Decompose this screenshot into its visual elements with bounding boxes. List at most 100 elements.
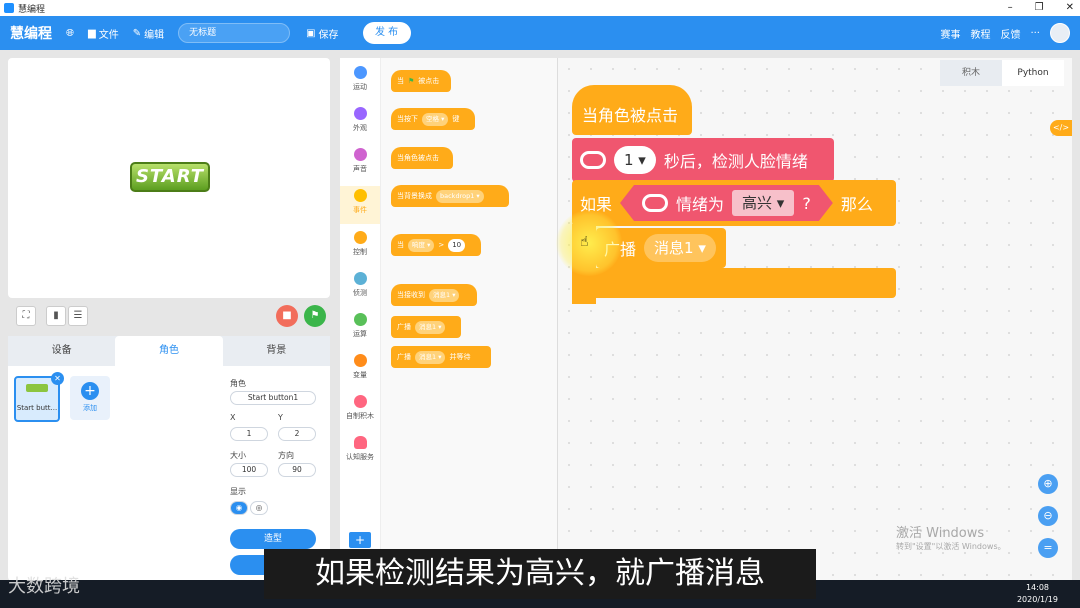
edit-menu[interactable]: ✎ 编辑 (133, 26, 164, 41)
block-text: 被点击 (418, 77, 440, 85)
palette-broadcast-and-wait[interactable]: 广播 消息1 ▾ 并等待 (391, 346, 491, 368)
key-dropdown[interactable]: 空格 ▾ (422, 112, 449, 126)
wait-detect-emotion-block[interactable]: 1 ▾ 秒后，检测人脸情绪 (572, 138, 834, 182)
globe-icon[interactable]: 🌐︎ (66, 28, 74, 39)
palette-when-sprite-clicked[interactable]: 当角色被点击 (391, 147, 453, 169)
block-text: ? (802, 193, 811, 213)
add-sprite-label: 添加 (83, 404, 97, 412)
category-motion[interactable]: 运动 (340, 66, 380, 92)
block-text: 键 (452, 115, 460, 123)
palette-when-key-pressed[interactable]: 当按下 空格 ▾ 键 (391, 108, 475, 130)
window-title: 慧编程 (18, 4, 46, 15)
category-my-blocks[interactable]: 自制积木 (340, 395, 380, 421)
emotion-condition-block[interactable]: 情绪为 高兴 ▾ ? (620, 185, 833, 221)
sprite-thumbnail[interactable]: Start butt... ✕ (14, 372, 64, 422)
palette-when-flag-clicked[interactable]: 当 ⚑ 被点击 (391, 70, 451, 92)
palette-when-loudness[interactable]: 当响度 ▾ > 10 (391, 234, 481, 256)
x-field[interactable]: 1 (230, 427, 268, 441)
start-button-sprite[interactable]: START (130, 162, 210, 192)
stop-button[interactable]: ■ (276, 305, 298, 327)
tab-blocks[interactable]: 积木 (940, 60, 1002, 86)
loudness-dropdown[interactable]: 响度 ▾ (408, 238, 435, 252)
if-then-block[interactable]: 如果 情绪为 高兴 ▾ ? 那么 (572, 180, 896, 226)
backdrop-dropdown[interactable]: backdrop1 ▾ (436, 189, 484, 203)
zoom-out-icon[interactable]: ⊖ (1038, 506, 1058, 526)
minimize-icon[interactable]: – (1008, 0, 1013, 16)
clock-time: 14:08 (1025, 583, 1050, 592)
block-text: 秒后，检测人脸情绪 (663, 152, 808, 171)
tab-python[interactable]: Python (1002, 60, 1064, 86)
feedback-link[interactable]: 反馈 (1000, 26, 1020, 41)
tab-sprites[interactable]: 角色 (115, 336, 223, 366)
category-label: 声音 (353, 165, 367, 173)
tab-devices[interactable]: 设备 (8, 336, 115, 366)
message-dropdown[interactable]: 消息1 ▾ (415, 320, 446, 334)
zoom-reset-icon[interactable]: = (1038, 538, 1058, 558)
cloud-icon (642, 194, 668, 212)
wrench-icon: ✎ (132, 27, 142, 39)
events-dot-icon (353, 189, 367, 202)
palette-when-receive[interactable]: 当接收到 消息1 ▾ (391, 284, 477, 306)
y-field[interactable]: 2 (278, 427, 316, 441)
watermark-title: 激活 Windows (896, 526, 985, 541)
add-sprite-button[interactable]: + 添加 (70, 376, 110, 420)
palette-when-backdrop-switches[interactable]: 当背景换成 backdrop1 ▾ (391, 185, 509, 207)
large-stage-icon[interactable]: ▮ (46, 306, 66, 326)
role-name-field[interactable]: Start button1 (230, 391, 316, 405)
green-flag-button[interactable]: ⚑ (304, 305, 326, 327)
tutorial-link[interactable]: 教程 (970, 26, 990, 41)
sprite-panel: 设备 角色 背景 Start butt... ✕ + 添加 角色 Start b… (8, 336, 330, 581)
file-menu[interactable]: ▆ 文件 (88, 26, 119, 41)
show-label: 显示 (230, 487, 246, 496)
category-operators[interactable]: 运算 (340, 313, 380, 339)
add-extension-button[interactable]: + (349, 532, 371, 548)
video-subtitle: 如果检测结果为高兴，就广播消息 (264, 549, 816, 599)
category-cognitive[interactable]: 认知服务 (340, 436, 380, 462)
code-workspace[interactable]: 积木 Python </> 当角色被点击 1 ▾ 秒后，检测人脸情绪 如果 情绪… (558, 58, 1072, 580)
size-field[interactable]: 100 (230, 463, 268, 477)
category-events[interactable]: 事件 (340, 186, 380, 224)
cloud-icon (353, 436, 367, 449)
loudness-value[interactable]: 10 (448, 238, 466, 252)
category-control[interactable]: 控制 (340, 231, 380, 257)
message-dropdown[interactable]: 消息1 ▾ (429, 288, 460, 302)
close-icon[interactable]: ✕ (1066, 0, 1074, 16)
delete-sprite-icon[interactable]: ✕ (51, 372, 64, 385)
code-toggle-icon[interactable]: </> (1050, 120, 1072, 136)
category-label: 控制 (353, 248, 367, 256)
costume-button[interactable]: 造型 (230, 529, 316, 549)
direction-field[interactable]: 90 (278, 463, 316, 477)
menubar: 慧编程 🌐︎ ▆ 文件 ✎ 编辑 无标题 ▣ 保存 发 布 赛事 教程 反馈 ··· (0, 16, 1080, 50)
publish-button[interactable]: 发 布 (362, 22, 411, 44)
more-menu[interactable]: ··· (1030, 28, 1040, 39)
message-dropdown[interactable]: 消息1 ▾ (644, 234, 716, 262)
stage[interactable]: START (8, 58, 330, 298)
emotion-dropdown[interactable]: 高兴 ▾ (732, 190, 794, 216)
category-label: 自制积木 (346, 412, 374, 420)
small-stage-icon[interactable]: ☰ (68, 306, 88, 326)
block-text: 当 (397, 77, 404, 85)
project-title-input[interactable]: 无标题 (178, 23, 291, 43)
fullscreen-icon[interactable]: ⛶ (16, 306, 36, 326)
hide-eye-icon[interactable]: ◎ (250, 501, 268, 515)
maximize-icon[interactable]: ❐ (1035, 0, 1044, 16)
block-palette: 当 ⚑ 被点击 当按下 空格 ▾ 键 当角色被点击 当背景换成 backdrop1 ▾ 当… (380, 58, 558, 552)
category-label: 外观 (353, 124, 367, 132)
category-variables[interactable]: 变量 (340, 354, 380, 380)
show-eye-icon[interactable]: ◉ (230, 501, 248, 515)
category-label: 运动 (353, 83, 367, 91)
avatar[interactable] (1050, 23, 1070, 43)
sprite-thumb-label: Start butt... (16, 404, 58, 412)
when-sprite-clicked-block[interactable]: 当角色被点击 (572, 85, 692, 135)
message-dropdown[interactable]: 消息1 ▾ (415, 350, 446, 364)
tab-backdrops[interactable]: 背景 (223, 336, 330, 366)
category-sound[interactable]: 声音 (340, 148, 380, 174)
category-looks[interactable]: 外观 (340, 107, 380, 133)
zoom-in-icon[interactable]: ⊕ (1038, 474, 1058, 494)
save-button[interactable]: ▣ 保存 (306, 26, 338, 41)
palette-broadcast[interactable]: 广播 消息1 ▾ (391, 316, 461, 338)
block-text: 当背景换成 (397, 192, 432, 200)
contest-link[interactable]: 赛事 (940, 26, 960, 41)
category-sensing[interactable]: 侦测 (340, 272, 380, 298)
wait-seconds-dropdown[interactable]: 1 ▾ (614, 146, 656, 174)
